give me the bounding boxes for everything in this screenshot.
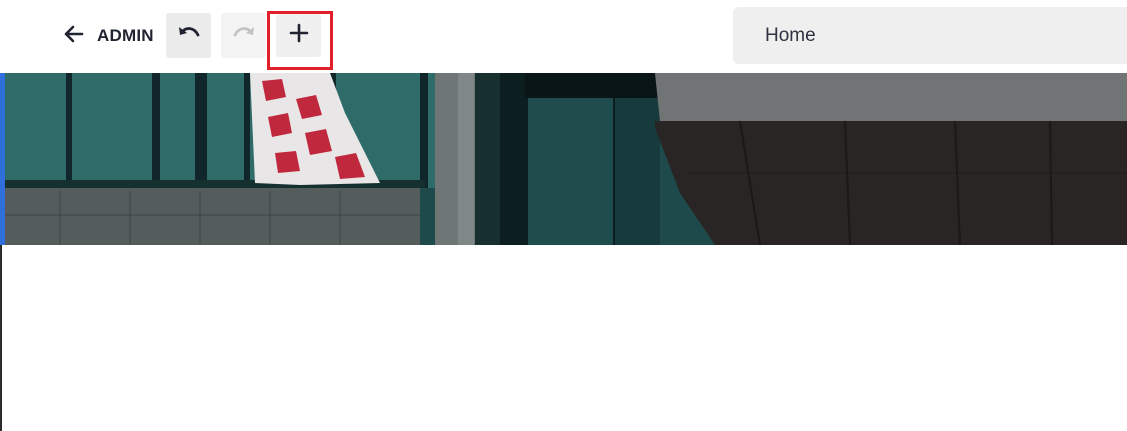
hero-image[interactable]	[0, 73, 1127, 245]
redo-button[interactable]	[221, 13, 266, 58]
editor-toolbar: ADMIN Home	[0, 0, 1127, 73]
page-selector[interactable]: Home	[733, 7, 1127, 64]
back-button[interactable]	[60, 22, 86, 50]
hero-photo	[0, 73, 1127, 245]
page-selector-value: Home	[765, 24, 816, 46]
undo-button[interactable]	[166, 13, 211, 58]
admin-label: ADMIN	[97, 26, 154, 45]
plus-icon	[289, 23, 309, 48]
arrow-left-icon	[62, 24, 84, 49]
redo-icon	[231, 23, 257, 48]
undo-icon	[176, 23, 202, 48]
add-block-button[interactable]	[276, 14, 321, 57]
